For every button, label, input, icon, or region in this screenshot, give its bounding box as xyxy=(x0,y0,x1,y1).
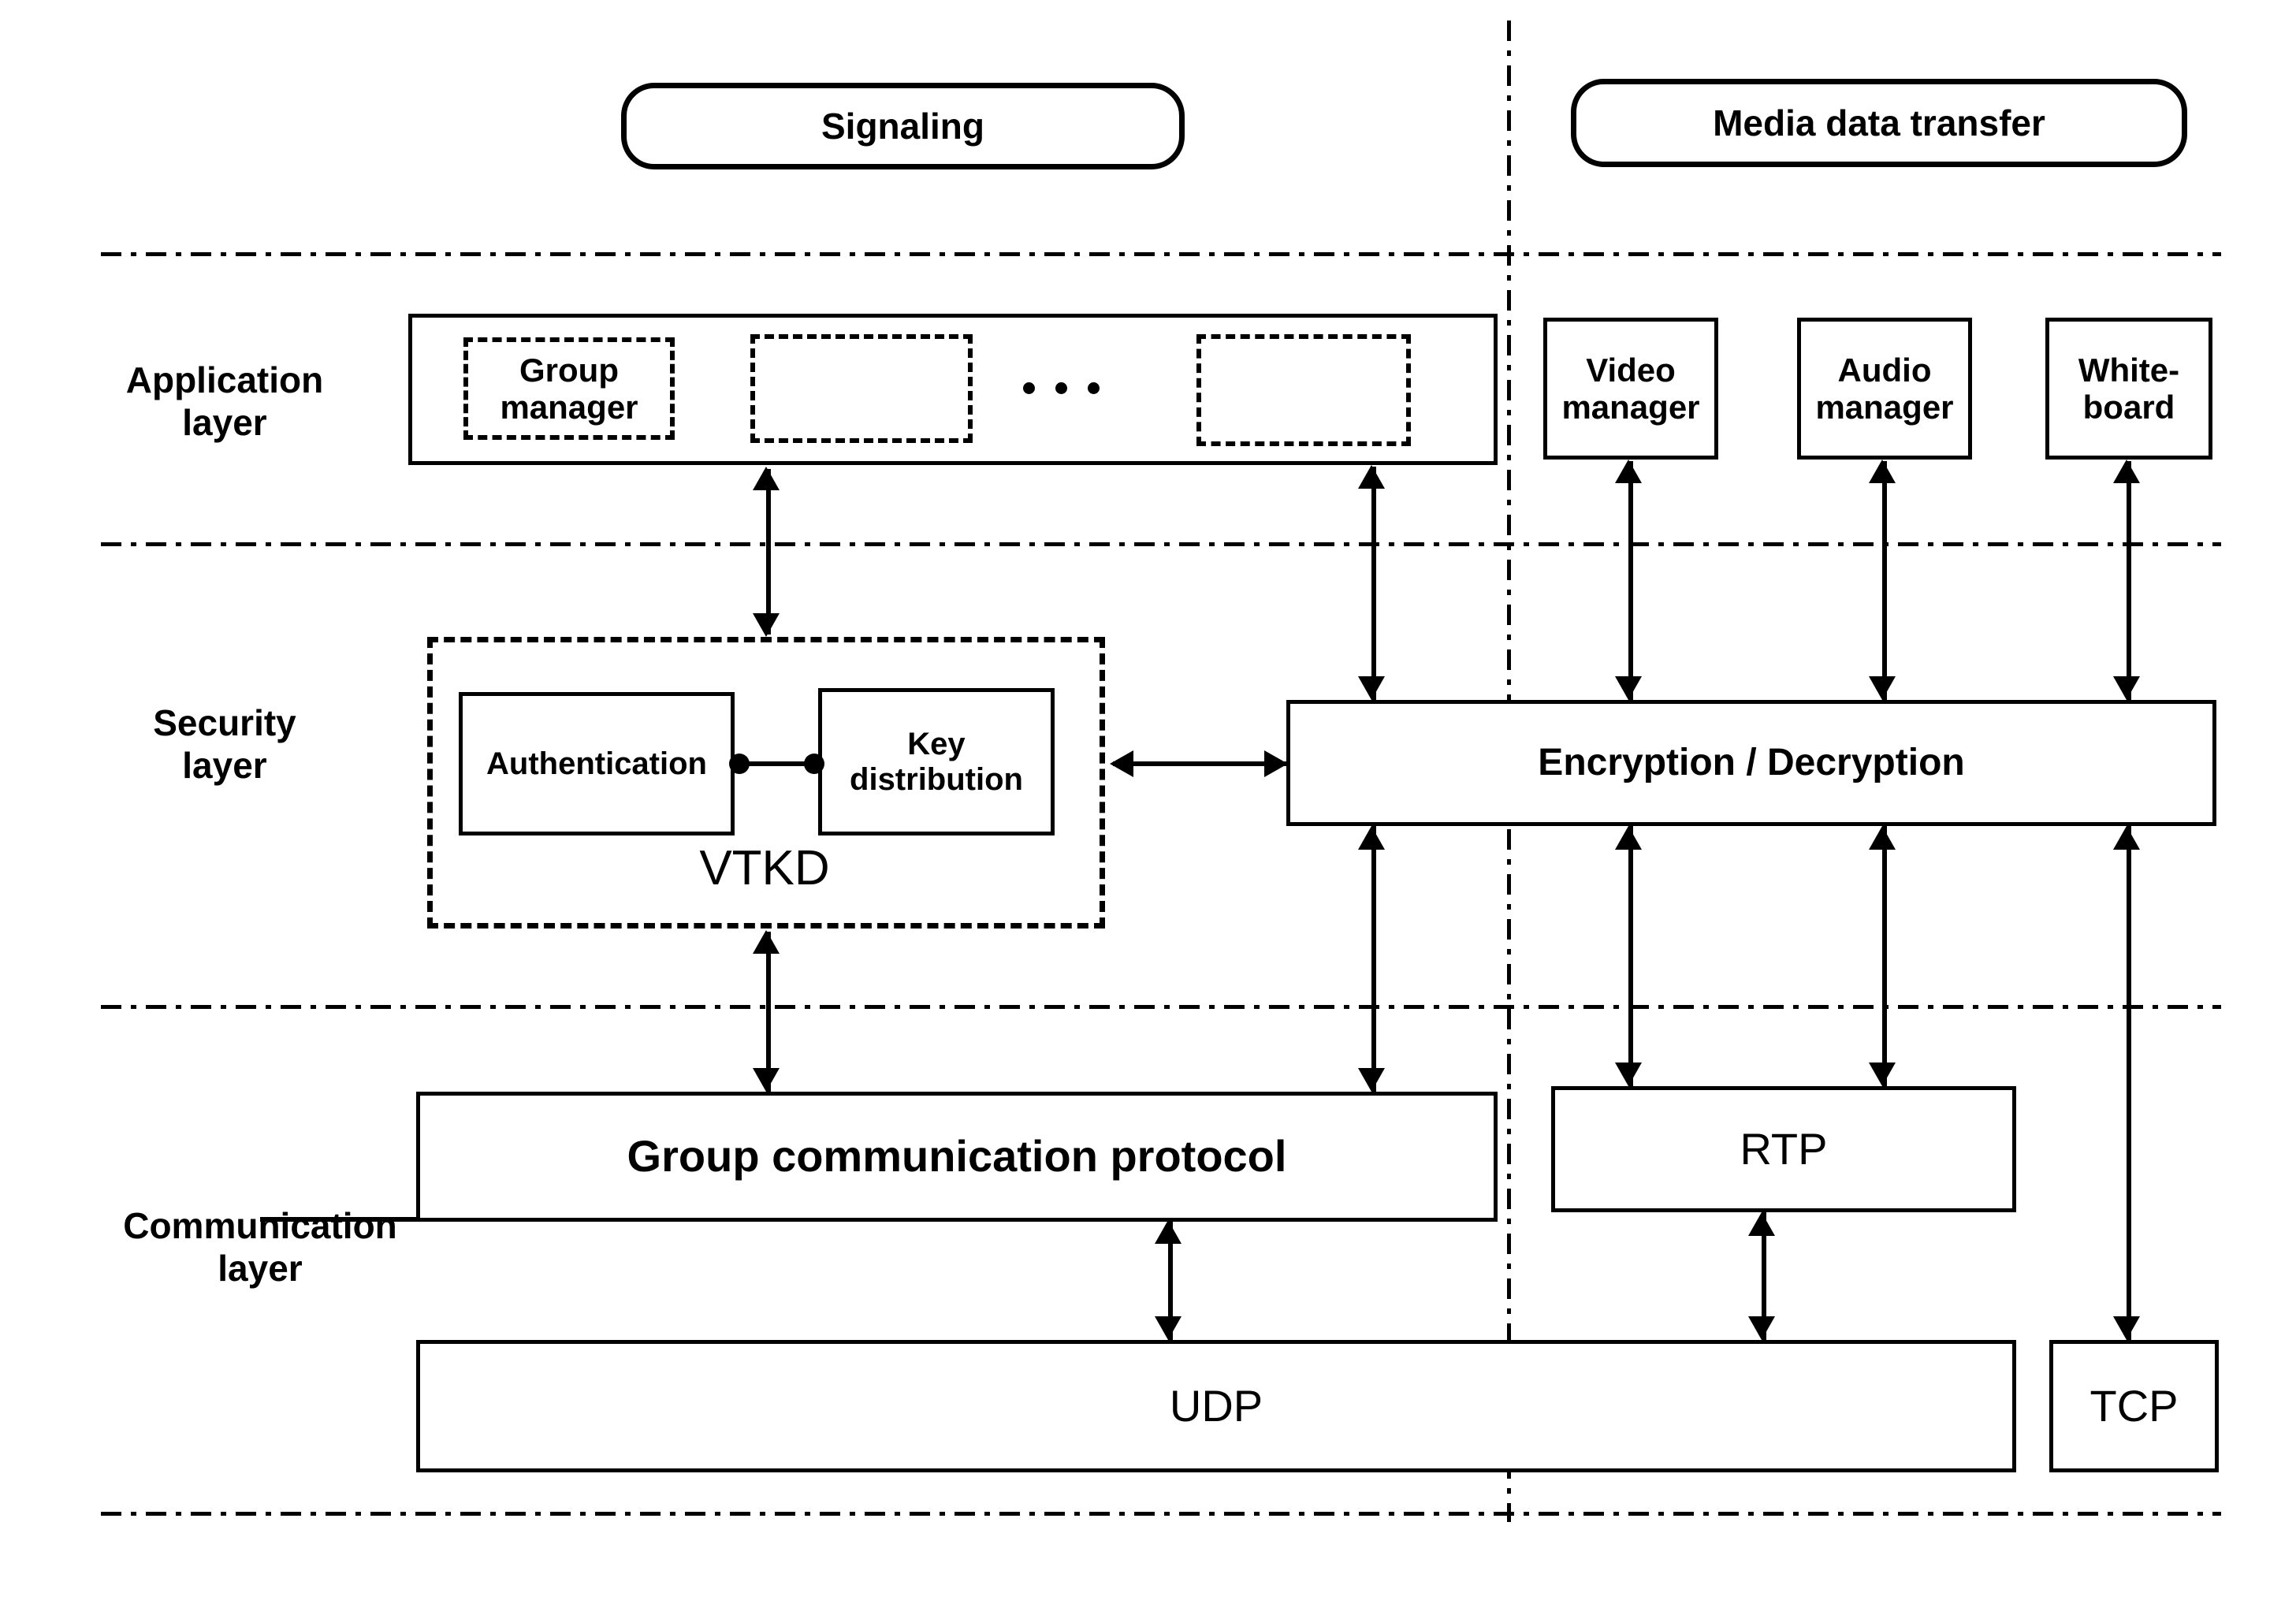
arrow-encryption-to-gcp-shaft xyxy=(1371,826,1376,1092)
arrow-app-to-vtkd-head-down xyxy=(753,613,780,637)
arrow-auth-to-keydist-dot-right xyxy=(804,754,824,774)
layer-separator-application-security xyxy=(101,542,2221,546)
app-module-video-manager[interactable]: Video manager xyxy=(1543,318,1718,460)
arrow-whiteboard-to-encryption-head-up xyxy=(2113,460,2140,483)
security-module-encryption-decryption[interactable]: Encryption / Decryption xyxy=(1286,700,2216,826)
comm-module-udp-label: UDP xyxy=(1169,1380,1263,1431)
arrow-encryption-to-gcp-head-up xyxy=(1358,826,1385,850)
layer-separator-bottom xyxy=(101,1512,2221,1516)
arrow-audio-to-encryption-head-down xyxy=(1869,676,1896,700)
arrow-vtkd-to-gcp-head-down xyxy=(753,1068,780,1092)
diagram-canvas: Signaling Media data transfer Applicatio… xyxy=(0,0,2296,1604)
column-header-media: Media data transfer xyxy=(1571,79,2187,167)
security-module-key-distribution-line2: distribution xyxy=(850,761,1023,797)
gcp-bottom-extension-rule xyxy=(260,1217,418,1222)
arrow-vtkd-to-encryption-shaft xyxy=(1113,761,1288,766)
arrow-encryption-to-rtp-left-head-down xyxy=(1615,1063,1642,1086)
arrow-encryption-to-rtp-right-head-down xyxy=(1869,1063,1896,1086)
app-module-video-manager-line2: manager xyxy=(1561,389,1700,426)
arrow-gcp-to-udp-head-up xyxy=(1155,1220,1181,1244)
arrow-vtkd-to-encryption-head-left xyxy=(1110,750,1133,777)
column-header-signaling-label: Signaling xyxy=(821,106,984,147)
arrow-rtp-to-udp-head-down xyxy=(1748,1316,1775,1340)
layer-label-security-line2: layer xyxy=(182,745,267,787)
app-module-slot-2[interactable] xyxy=(750,334,973,443)
app-module-audio-manager-line2: manager xyxy=(1815,389,1954,426)
arrow-video-to-encryption-shaft xyxy=(1628,461,1633,700)
security-module-key-distribution-line1: Key xyxy=(907,726,966,761)
arrow-encryption-to-rtp-right-shaft xyxy=(1882,826,1887,1086)
layer-label-application-line2: layer xyxy=(182,402,267,444)
arrow-auth-to-keydist-dot-left xyxy=(729,754,750,774)
app-module-ellipsis xyxy=(1023,382,1100,394)
comm-module-tcp-label: TCP xyxy=(2089,1380,2179,1431)
comm-module-tcp[interactable]: TCP xyxy=(2049,1340,2219,1472)
layer-label-security: Security layer xyxy=(87,702,363,787)
app-module-slot-3[interactable] xyxy=(1196,334,1411,446)
arrow-gcp-to-udp-head-down xyxy=(1155,1316,1181,1340)
layer-separator-security-communication xyxy=(101,1005,2221,1009)
arrow-encryption-to-gcp-head-down xyxy=(1358,1068,1385,1092)
layer-label-application: Application layer xyxy=(87,359,363,445)
column-header-media-label: Media data transfer xyxy=(1713,102,2045,143)
arrow-vtkd-to-gcp-head-up xyxy=(753,930,780,954)
app-module-group-manager[interactable]: Group manager xyxy=(463,337,675,440)
arrow-rtp-to-udp-head-up xyxy=(1748,1212,1775,1236)
app-module-audio-manager[interactable]: Audio manager xyxy=(1797,318,1972,460)
layer-label-application-line1: Application xyxy=(125,359,324,400)
app-module-video-manager-line1: Video xyxy=(1586,351,1676,389)
comm-module-rtp-label: RTP xyxy=(1740,1123,1828,1174)
security-module-authentication[interactable]: Authentication xyxy=(459,692,735,835)
layer-label-communication-line1: Communication xyxy=(123,1205,397,1246)
layer-separator-top xyxy=(101,252,2221,256)
app-module-group-manager-line1: Group xyxy=(519,351,619,389)
security-module-encryption-decryption-label: Encryption / Decryption xyxy=(1538,742,1965,784)
layer-label-communication-line2: layer xyxy=(218,1248,303,1290)
arrow-encryption-to-rtp-left-shaft xyxy=(1628,826,1633,1086)
arrow-vtkd-to-encryption-head-right xyxy=(1264,750,1288,777)
app-module-group-manager-line2: manager xyxy=(500,389,638,426)
arrow-app-to-encryption-head-down xyxy=(1358,676,1385,700)
arrow-app-to-vtkd-shaft xyxy=(766,469,771,635)
arrow-encryption-to-tcp-shaft xyxy=(2127,826,2131,1340)
arrow-encryption-to-rtp-right-head-up xyxy=(1869,826,1896,850)
arrow-video-to-encryption-head-up xyxy=(1615,460,1642,483)
comm-module-gcp-label: Group communication protocol xyxy=(627,1131,1287,1182)
comm-module-group-communication-protocol[interactable]: Group communication protocol xyxy=(416,1092,1498,1222)
security-module-authentication-label: Authentication xyxy=(486,746,707,781)
comm-module-udp[interactable]: UDP xyxy=(416,1340,2016,1472)
arrow-encryption-to-rtp-left-head-up xyxy=(1615,826,1642,850)
app-module-audio-manager-line1: Audio xyxy=(1837,351,1932,389)
arrow-encryption-to-tcp-head-down xyxy=(2113,1316,2140,1340)
security-module-key-distribution[interactable]: Key distribution xyxy=(818,688,1055,835)
arrow-video-to-encryption-head-down xyxy=(1615,676,1642,700)
arrow-encryption-to-tcp-head-up xyxy=(2113,826,2140,850)
arrow-whiteboard-to-encryption-head-down xyxy=(2113,676,2140,700)
column-header-signaling: Signaling xyxy=(621,83,1185,169)
app-module-whiteboard[interactable]: White- board xyxy=(2045,318,2212,460)
arrow-app-to-encryption-head-up xyxy=(1358,465,1385,489)
vtkd-label: VTKD xyxy=(623,839,906,897)
layer-label-security-line1: Security xyxy=(153,702,296,743)
arrow-audio-to-encryption-shaft xyxy=(1882,461,1887,700)
app-module-whiteboard-line2: board xyxy=(2082,389,2175,426)
arrow-app-to-vtkd-head-up xyxy=(753,467,780,490)
comm-module-rtp[interactable]: RTP xyxy=(1551,1086,2016,1212)
arrow-whiteboard-to-encryption-shaft xyxy=(2127,461,2131,700)
app-module-whiteboard-line1: White- xyxy=(2078,351,2180,389)
arrow-app-to-encryption-shaft xyxy=(1371,467,1376,700)
arrow-audio-to-encryption-head-up xyxy=(1869,460,1896,483)
vtkd-label-text: VTKD xyxy=(699,841,830,895)
